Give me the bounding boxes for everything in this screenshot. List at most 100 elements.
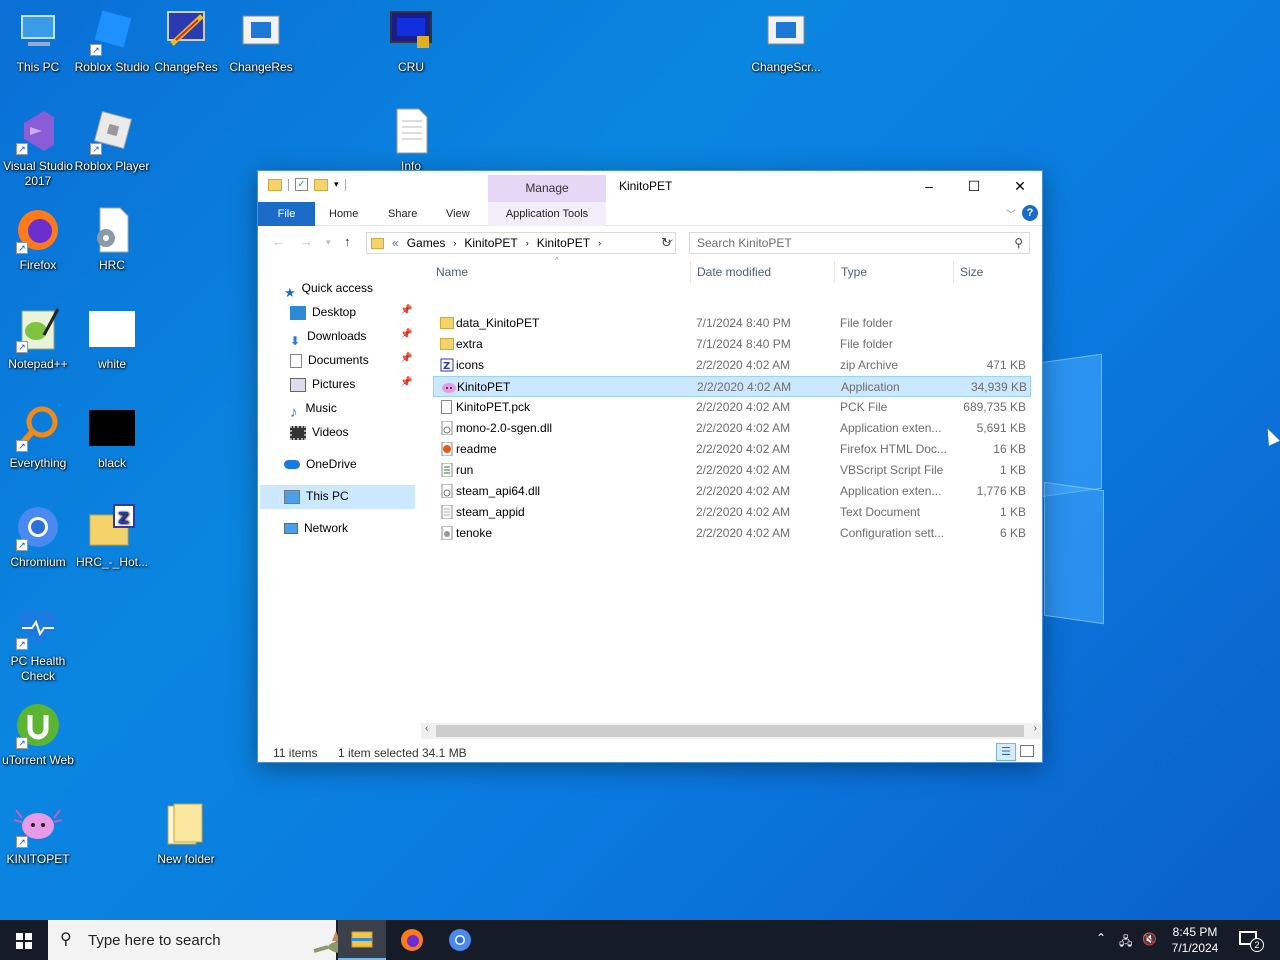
zip-folder-icon: Z <box>89 504 135 546</box>
desktop-icon-everything[interactable]: ↗ Everything <box>0 404 76 471</box>
expand-ribbon-chevron-icon[interactable]: ﹀ <box>1006 206 1016 221</box>
file-row[interactable]: extra 7/1/2024 8:40 PM File folder <box>433 334 1031 355</box>
taskbar-clock[interactable]: 8:45 PM 7/1/2024 <box>1163 924 1227 956</box>
show-hidden-icons-chevron-icon[interactable]: ⌃ <box>1096 931 1106 945</box>
tab-application-tools[interactable]: Application Tools <box>488 202 606 226</box>
address-bar[interactable]: « Games › KinitoPET › KinitoPET › ﹀ <box>366 232 676 254</box>
file-row[interactable]: steam_appid 2/2/2020 4:02 AM Text Document… <box>433 502 1031 523</box>
clock-time: 8:45 PM <box>1172 925 1218 939</box>
file-row[interactable]: Zicons 2/2/2020 4:02 AM zip Archive 471 KB <box>433 355 1031 376</box>
nav-desktop[interactable]: Desktop <box>290 301 356 323</box>
status-bar: 11 items 1 item selected 34.1 MB ☰ <box>258 743 1042 763</box>
nav-network[interactable]: Network <box>284 517 348 539</box>
desktop-icon-pc-health-check[interactable]: ↗ PC Health Check <box>0 602 76 684</box>
scrollbar-thumb[interactable] <box>436 725 1024 737</box>
file-row[interactable]: KinitoPET.pck 2/2/2020 4:02 AM PCK File 689… <box>433 397 1031 418</box>
desktop-icon-changeres-app[interactable]: ChangeRes <box>148 8 224 75</box>
file-row[interactable]: steam_api64.dll 2/2/2020 4:02 AM Applicati… <box>433 481 1031 502</box>
file-row[interactable]: data_KinitoPET 7/1/2024 8:40 PM File folde… <box>433 313 1031 334</box>
close-button[interactable]: ✕ <box>997 171 1043 201</box>
large-icons-view-icon[interactable] <box>1020 745 1034 757</box>
desktop-icon-changescr[interactable]: ChangeScr... <box>748 8 824 75</box>
network-status-icon[interactable]: 🖧 <box>1119 932 1132 953</box>
desktop-icon-info[interactable]: Info <box>373 107 449 174</box>
minimize-button[interactable]: – <box>906 171 952 201</box>
breadcrumb-kinitopet-current[interactable]: KinitoPET <box>537 236 590 250</box>
nav-quick-access[interactable]: ★ Quick access <box>284 277 373 300</box>
desktop-icon-visual-studio[interactable]: ↗ Visual Studio 2017 <box>0 107 76 189</box>
maximize-button[interactable]: ☐ <box>951 171 997 201</box>
nav-this-pc[interactable]: This PC <box>284 485 349 507</box>
file-name: run <box>456 463 474 477</box>
file-row[interactable]: run 2/2/2020 4:02 AM VBScript Script File 1… <box>433 460 1031 481</box>
search-box[interactable]: Search KinitoPET ⚲ <box>689 232 1030 254</box>
desktop-icon-chromium[interactable]: ↗ Chromium <box>0 503 76 570</box>
nav-documents[interactable]: Documents <box>290 349 369 371</box>
taskbar-search-input[interactable]: Type here to search <box>88 932 221 949</box>
file-row[interactable]: readme 2/2/2020 4:02 AM Firefox HTML Doc..… <box>433 439 1031 460</box>
desktop-icon-utorrent[interactable]: ↗ uTorrent Web <box>0 701 76 768</box>
tab-file[interactable]: File <box>258 202 315 226</box>
new-folder-icon[interactable] <box>314 178 328 191</box>
file-row[interactable]: mono-2.0-sgen.dll 2/2/2020 4:02 AM Applica… <box>433 418 1031 439</box>
tab-share[interactable]: Share <box>388 202 417 226</box>
column-header-date-modified[interactable]: Date modified <box>697 265 771 279</box>
back-arrow-icon[interactable]: ← <box>272 234 285 249</box>
start-button[interactable] <box>0 920 48 960</box>
desktop-icon-notepad-plus-plus[interactable]: ↗ Notepad++ <box>0 305 76 372</box>
tab-manage[interactable]: Manage <box>488 175 606 202</box>
nav-downloads[interactable]: ⬇ Downloads <box>290 325 366 348</box>
desktop-icon-black[interactable]: black <box>74 404 150 471</box>
title-bar[interactable]: ✓ ▾ Manage KinitoPET – ☐ ✕ <box>258 171 1042 202</box>
search-input[interactable]: Search KinitoPET <box>697 236 792 250</box>
desktop-icon-this-pc[interactable]: This PC <box>0 8 76 75</box>
taskbar-search-box[interactable]: ⚲ Type here to search <box>48 920 372 960</box>
pin-icon[interactable]: 📌 <box>400 353 412 364</box>
tab-view[interactable]: View <box>446 202 470 226</box>
desktop-icon-hrc-zip[interactable]: Z HRC_-_Hot... <box>74 503 150 570</box>
desktop-icon-firefox[interactable]: ↗ Firefox <box>0 206 76 273</box>
breadcrumb-games[interactable]: Games <box>407 236 446 250</box>
details-view-icon[interactable]: ☰ <box>996 743 1016 761</box>
column-header-size[interactable]: Size <box>960 265 983 279</box>
breadcrumb-overflow[interactable]: « <box>392 236 399 250</box>
desktop-icon-white[interactable]: white <box>74 305 150 372</box>
desktop-icon-kinitopet[interactable]: ↗ KINITOPET <box>0 800 76 867</box>
scroll-left-arrow-icon[interactable]: ‹ <box>425 723 428 734</box>
help-icon[interactable]: ? <box>1022 205 1038 221</box>
action-center-button[interactable]: 2 <box>1232 920 1280 960</box>
shortcut-arrow-icon: ↗ <box>90 44 102 56</box>
nav-videos[interactable]: Videos <box>290 421 348 443</box>
customize-toolbar-chevron-icon[interactable]: ▾ <box>334 179 339 190</box>
nav-pictures[interactable]: Pictures <box>290 373 355 395</box>
desktop-icon-roblox-studio[interactable]: ↗ Roblox Studio <box>74 8 150 75</box>
nav-onedrive[interactable]: OneDrive <box>284 453 357 475</box>
column-header-name[interactable]: Name <box>436 265 468 279</box>
desktop-icon-changeres-window[interactable]: ChangeRes <box>223 8 299 75</box>
file-row[interactable]: KinitoPET 2/2/2020 4:02 AM Application 34,9… <box>433 376 1031 397</box>
recent-locations-chevron-icon[interactable]: ▾ <box>326 237 331 248</box>
pin-icon[interactable]: 📌 <box>400 329 412 340</box>
properties-icon[interactable]: ✓ <box>295 178 308 191</box>
scroll-right-arrow-icon[interactable]: › <box>1034 723 1037 734</box>
nav-music[interactable]: ♪ Music <box>290 397 337 421</box>
refresh-icon[interactable]: ↻ <box>661 235 672 251</box>
file-row[interactable]: tenoke 2/2/2020 4:02 AM Configuration sett… <box>433 523 1031 544</box>
taskbar-chromium[interactable] <box>436 920 484 960</box>
column-header-type[interactable]: Type <box>841 265 867 279</box>
file-date-modified: 7/1/2024 8:40 PM <box>696 337 791 351</box>
taskbar-firefox[interactable] <box>388 920 436 960</box>
desktop-icon-roblox-player[interactable]: ↗ Roblox Player <box>74 107 150 174</box>
up-arrow-icon[interactable]: ↑ <box>344 234 351 249</box>
forward-arrow-icon[interactable]: → <box>300 234 313 249</box>
pin-icon[interactable]: 📌 <box>400 377 412 388</box>
horizontal-scrollbar[interactable]: ‹ › <box>421 723 1041 739</box>
tab-home[interactable]: Home <box>329 202 358 226</box>
desktop-icon-cru[interactable]: CRU <box>373 8 449 75</box>
taskbar-file-explorer[interactable] <box>338 920 386 960</box>
desktop-icon-hrc[interactable]: HRC <box>74 206 150 273</box>
pin-icon[interactable]: 📌 <box>400 305 412 316</box>
desktop-icon-new-folder[interactable]: New folder <box>148 800 224 867</box>
volume-muted-icon[interactable]: 🔇 <box>1142 932 1157 946</box>
breadcrumb-kinitopet[interactable]: KinitoPET <box>464 236 517 250</box>
